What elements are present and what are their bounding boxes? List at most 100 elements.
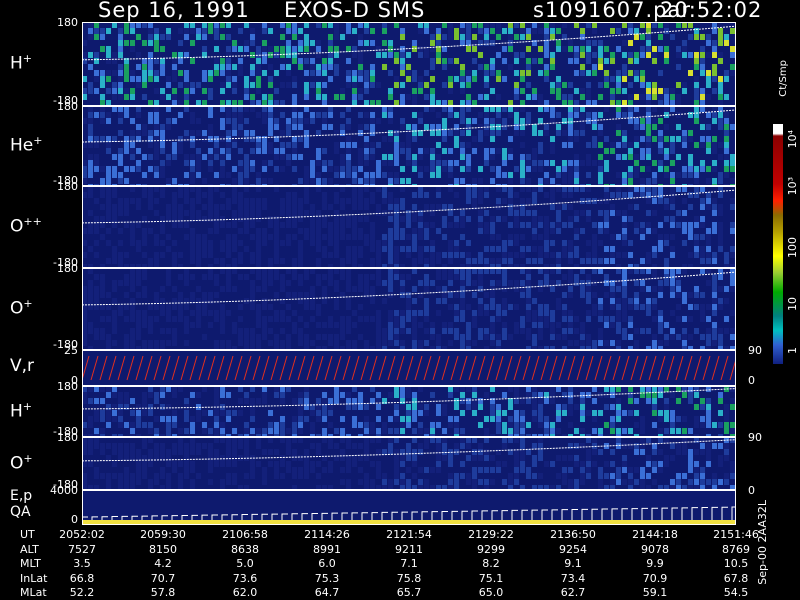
spectrogram-pixel xyxy=(550,334,555,340)
spectrogram-pixel xyxy=(232,166,237,172)
spectrogram-pixel xyxy=(460,210,465,216)
spectrogram-pixel xyxy=(520,70,525,76)
spectrogram-pixel xyxy=(388,340,393,346)
spectrogram-pixel xyxy=(310,234,315,240)
spectrogram-pixel xyxy=(334,280,339,286)
spectrogram-pixel xyxy=(346,76,351,82)
spectrogram-pixel xyxy=(706,34,711,40)
axis-row-inlat: InLat 66.8 70.7 73.6 75.3 75.8 75.1 73.4 70.9 67.… xyxy=(0,572,800,585)
spectrogram-pixel xyxy=(460,64,465,70)
spectrogram-pixel xyxy=(478,252,483,258)
spectrogram-pixel xyxy=(652,461,657,467)
spectrogram-pixel xyxy=(142,461,147,467)
spectrogram-pixel xyxy=(208,124,213,130)
spectrogram-pixel xyxy=(580,479,585,485)
spectrogram-pixel xyxy=(622,467,627,473)
spectrogram-pixel xyxy=(730,274,735,280)
spectrogram-pixel xyxy=(178,310,183,316)
right-tick-label: 0 xyxy=(748,484,755,497)
spectrogram-pixel xyxy=(196,34,201,40)
spectrogram-pixel xyxy=(358,192,363,198)
spectrogram-pixel xyxy=(646,222,651,228)
spectrogram-pixel xyxy=(562,304,567,310)
spectrogram-pixel xyxy=(406,222,411,228)
spectrogram-pixel xyxy=(352,198,357,204)
spectrogram-pixel xyxy=(148,64,153,70)
spectrogram-pixel xyxy=(124,304,129,310)
spectrogram-pixel xyxy=(364,76,369,82)
spectrogram-pixel xyxy=(724,40,729,46)
spectrogram-pixel xyxy=(184,192,189,198)
spectrogram-pixel xyxy=(436,334,441,340)
spectrogram-pixel xyxy=(616,82,621,88)
spectrogram-pixel xyxy=(376,240,381,246)
spectrogram-pixel xyxy=(658,292,663,298)
spectrogram-pixel xyxy=(706,70,711,76)
spectrogram-pixel xyxy=(352,166,357,172)
spectrogram-pixel xyxy=(226,310,231,316)
spectrogram-pixel xyxy=(508,222,513,228)
spectrogram-pixel xyxy=(442,234,447,240)
spectrogram-pixel xyxy=(634,443,639,449)
spectrogram-pixel xyxy=(694,58,699,64)
spectrogram-pixel xyxy=(706,334,711,340)
spectrogram-pixel xyxy=(700,64,705,70)
spectrogram-pixel xyxy=(328,240,333,246)
spectrogram-pixel xyxy=(538,252,543,258)
spectrogram-pixel xyxy=(178,222,183,228)
spectrogram-pixel xyxy=(358,64,363,70)
spectrogram-pixel xyxy=(442,58,447,64)
spectrogram-pixel xyxy=(88,322,93,328)
spectrogram-pixel xyxy=(352,82,357,88)
spectrogram-pixel xyxy=(700,467,705,473)
spectrogram-pixel xyxy=(478,166,483,172)
spectrogram-pixel xyxy=(352,340,357,346)
spectrogram-pixel xyxy=(496,52,501,58)
spectrogram-pixel xyxy=(688,392,693,398)
spectrogram-pixel xyxy=(706,461,711,467)
colorbar xyxy=(773,124,783,364)
spectrogram-pixel xyxy=(640,328,645,334)
spectrogram-pixel xyxy=(304,416,309,422)
spectrogram-pixel xyxy=(544,172,549,178)
spectrogram-pixel xyxy=(478,216,483,222)
spectrogram-pixel xyxy=(94,112,99,118)
spectrogram-pixel xyxy=(640,166,645,172)
spectrogram-pixel xyxy=(472,34,477,40)
spectrogram-pixel xyxy=(556,298,561,304)
spectrogram-pixel xyxy=(106,52,111,58)
spectrogram-pixel xyxy=(196,322,201,328)
spectrogram-pixel xyxy=(490,416,495,422)
spectrogram-pixel xyxy=(448,166,453,172)
spectrogram-pixel xyxy=(352,70,357,76)
spectrogram-pixel xyxy=(280,286,285,292)
spectrogram-pixel xyxy=(388,428,393,434)
spectrogram-pixel xyxy=(280,142,285,148)
spectrogram-pixel xyxy=(184,136,189,142)
spectrogram-pixel xyxy=(670,479,675,485)
spectrogram-pixel xyxy=(406,310,411,316)
spectrogram-pixel xyxy=(142,234,147,240)
spectrogram-pixel xyxy=(526,334,531,340)
spectrogram-pixel xyxy=(700,334,705,340)
spectrogram-pixel xyxy=(544,228,549,234)
spectrogram-pixel xyxy=(706,246,711,252)
spectrogram-pixel xyxy=(292,198,297,204)
spectrogram-pixel xyxy=(100,234,105,240)
spectrogram-pixel xyxy=(718,422,723,428)
spectrogram-pixel xyxy=(718,228,723,234)
spectrogram-pixel xyxy=(238,112,243,118)
spectrogram-pixel xyxy=(292,428,297,434)
spectrogram-pixel xyxy=(568,240,573,246)
spectrogram-pixel xyxy=(622,142,627,148)
spectrogram-pixel xyxy=(442,455,447,461)
spectrogram-pixel xyxy=(562,316,567,322)
spectrogram-pixel xyxy=(172,198,177,204)
spectrogram-pixel xyxy=(610,473,615,479)
spectrogram-pixel xyxy=(514,428,519,434)
spectrogram-pixel xyxy=(358,166,363,172)
spectrogram-pixel xyxy=(298,246,303,252)
spectrogram-pixel xyxy=(520,398,525,404)
spectrogram-pixel xyxy=(208,28,213,34)
spectrogram-pixel xyxy=(400,274,405,280)
